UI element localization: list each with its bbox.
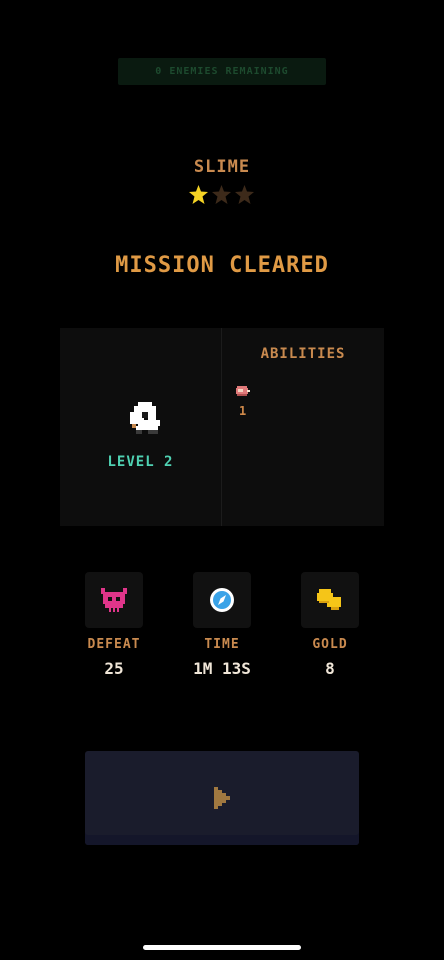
mission-cleared-title: MISSION CLEARED <box>115 253 329 278</box>
demon-skull-icon <box>101 588 127 612</box>
abilities-title: ABILITIES <box>260 346 346 362</box>
continue-button[interactable] <box>85 751 359 845</box>
stat-defeat-value: 25 <box>104 659 124 678</box>
stat-gold: GOLD 8 <box>280 572 380 678</box>
home-indicator[interactable] <box>143 945 301 950</box>
stat-gold-label: GOLD <box>312 637 348 652</box>
enemy-name: SLIME <box>193 157 251 177</box>
stat-time-box <box>193 572 251 628</box>
stat-gold-box <box>301 572 359 628</box>
ability-count: 1 <box>239 404 247 418</box>
stat-defeat: DEFEAT 25 <box>64 572 164 678</box>
hero-sprite-icon <box>130 402 160 434</box>
summary-panel: LEVEL 2 ABILITIES 1 <box>60 328 384 526</box>
stat-time: TIME 1M 13S <box>172 572 272 678</box>
compass-icon <box>210 588 234 612</box>
hero-level: LEVEL 2 <box>107 454 174 470</box>
stat-defeat-box <box>85 572 143 628</box>
play-icon <box>214 787 230 809</box>
stat-defeat-label: DEFEAT <box>87 637 141 652</box>
gold-coin-icon <box>317 589 341 610</box>
enemies-remaining-banner: 0 ENEMIES REMAINING <box>118 58 326 85</box>
star-rating <box>188 184 255 205</box>
stat-time-label: TIME <box>204 637 240 652</box>
star-empty-icon <box>212 185 231 204</box>
meat-icon <box>236 386 250 396</box>
star-empty-icon <box>235 185 254 204</box>
stat-time-value: 1M 13S <box>193 659 251 678</box>
star-filled-icon <box>189 185 208 204</box>
enemies-remaining-text: 0 ENEMIES REMAINING <box>155 66 289 77</box>
stat-gold-value: 8 <box>325 659 335 678</box>
